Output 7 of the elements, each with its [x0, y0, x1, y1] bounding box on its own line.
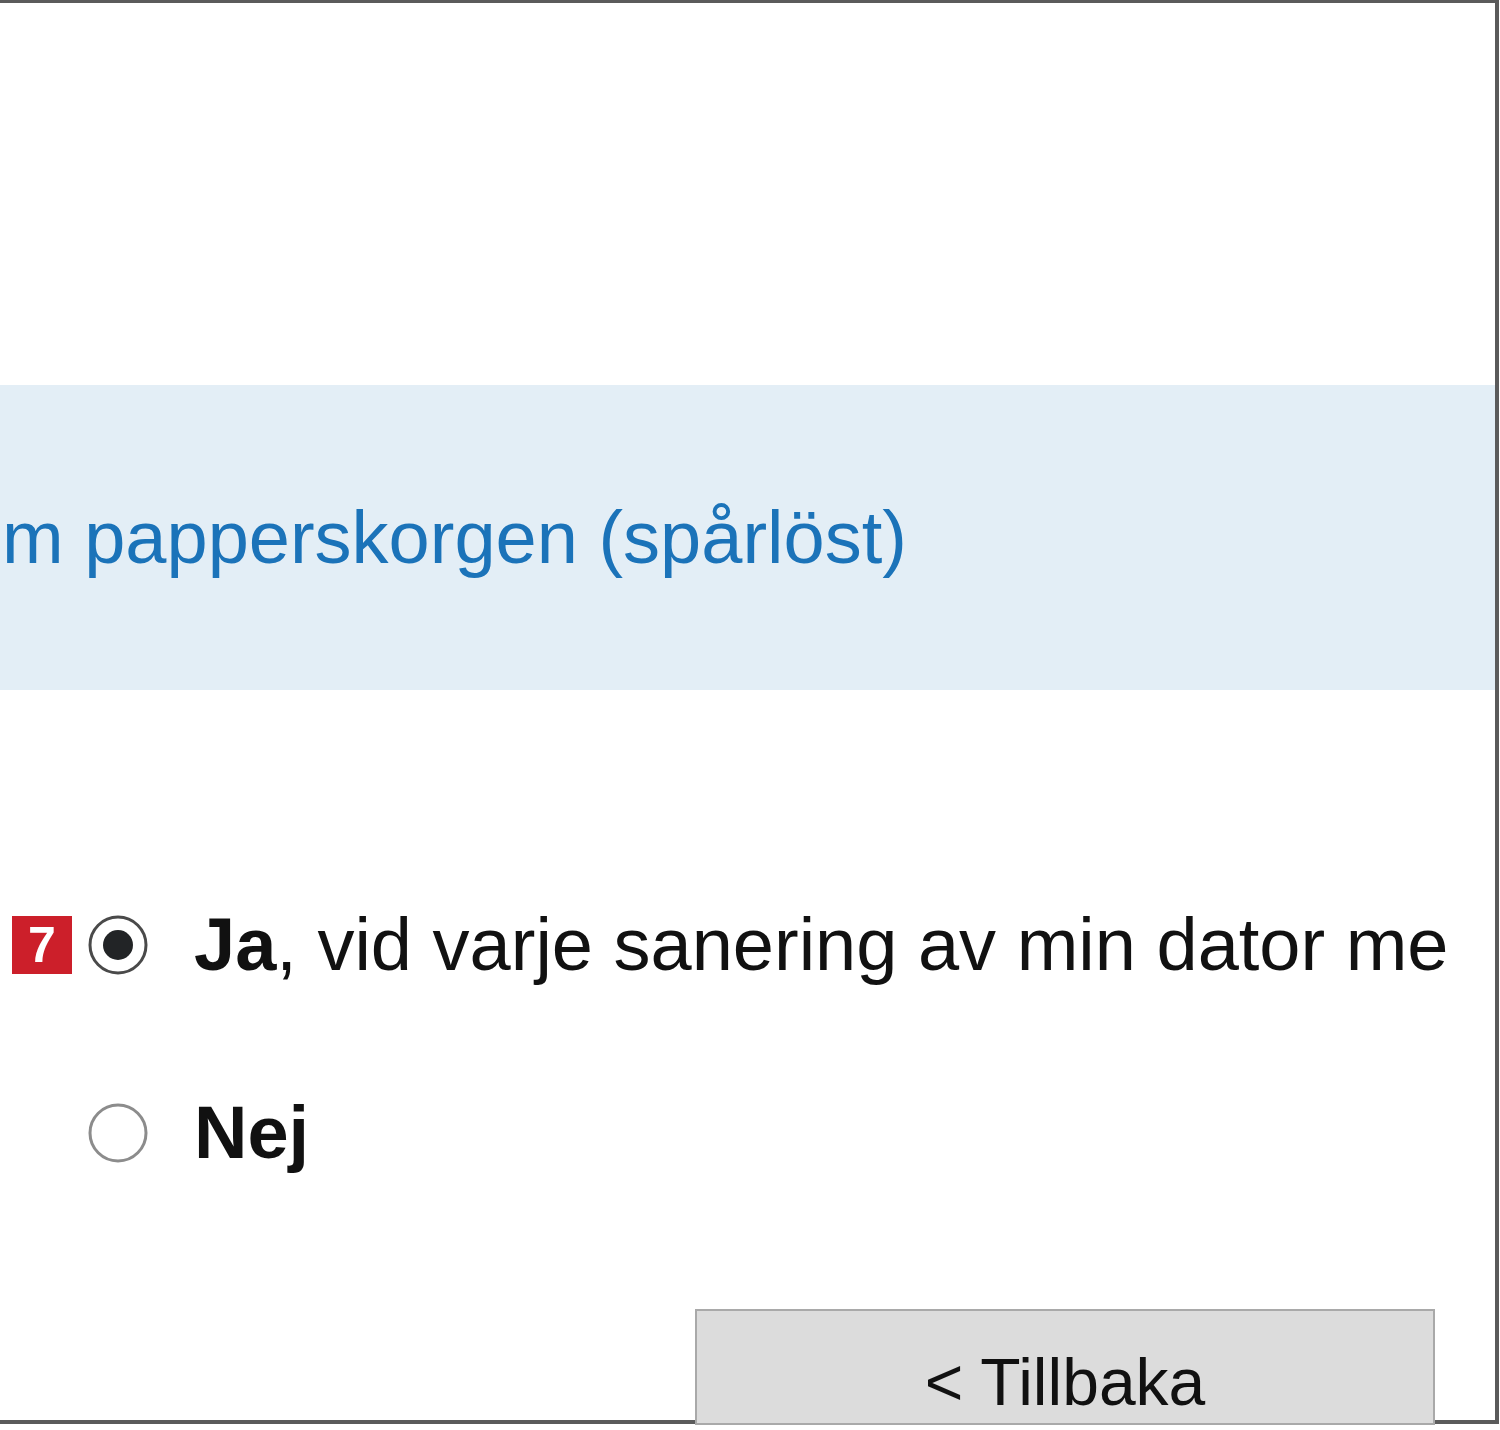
option-label: Ja, vid varje sanering av min dator me	[194, 904, 1449, 986]
radio-button[interactable]	[88, 915, 148, 975]
back-button[interactable]: < Tillbaka	[695, 1309, 1435, 1425]
section-heading: m papperskorgen (spårlöst)	[2, 496, 907, 579]
number-badge: 7	[12, 916, 72, 974]
radio-button[interactable]	[88, 1103, 148, 1163]
option-label: Nej	[194, 1092, 310, 1174]
